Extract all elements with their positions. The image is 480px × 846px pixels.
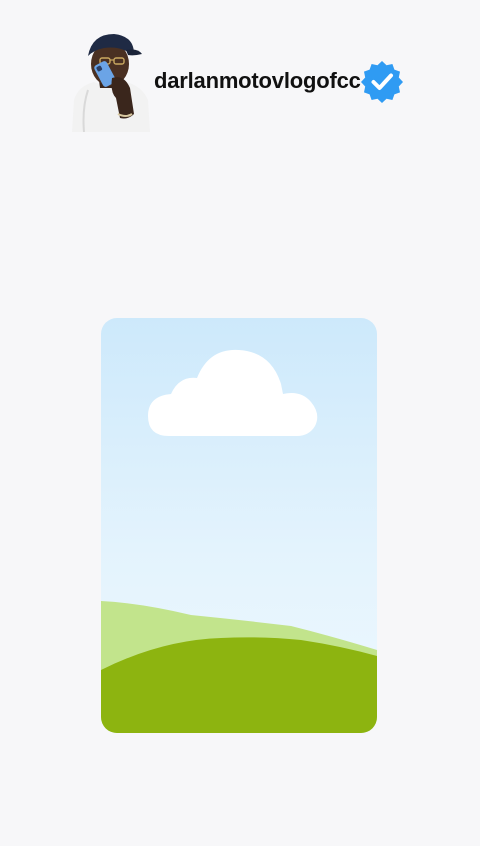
person-on-phone-avatar-icon — [72, 34, 150, 132]
verified-badge-icon — [360, 61, 403, 103]
media-placeholder[interactable] — [101, 318, 377, 733]
avatar[interactable] — [68, 28, 152, 132]
username[interactable]: darlanmotovlogofcc — [154, 68, 361, 94]
image-placeholder-icon — [101, 318, 377, 733]
profile-header: darlanmotovlogofcc — [68, 28, 404, 132]
